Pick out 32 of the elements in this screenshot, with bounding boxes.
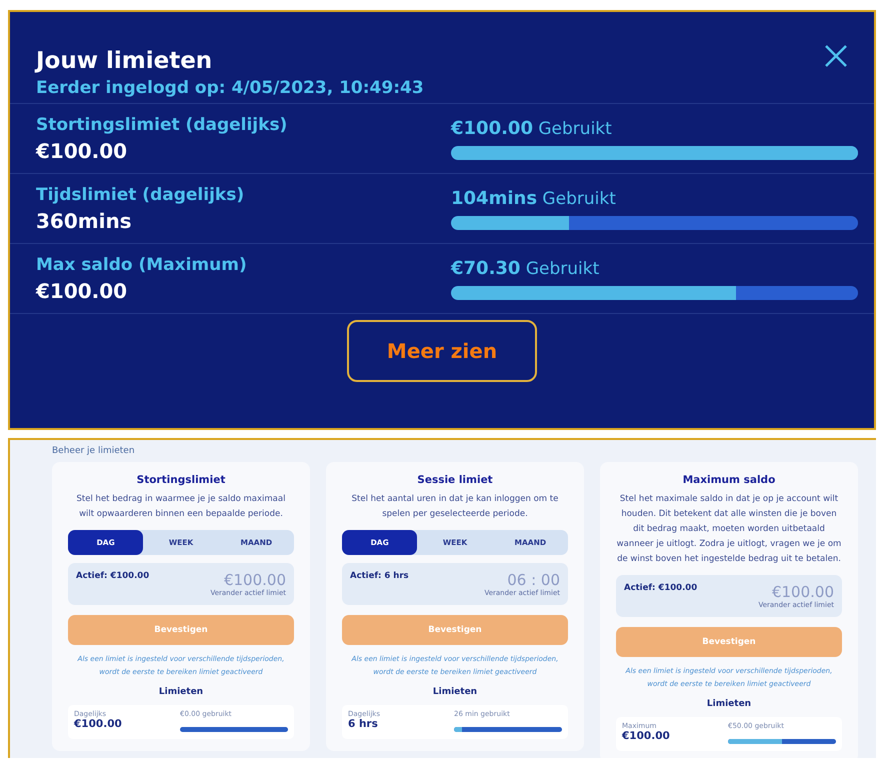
limit-value: 360mins bbox=[36, 208, 133, 232]
limit-name: Stortingslimiet (dagelijks) bbox=[36, 114, 288, 134]
usage-text: €70.30 Gebruikt bbox=[451, 258, 600, 278]
limit-value: €100.00 bbox=[36, 278, 128, 302]
card-title: Stortingslimiet bbox=[136, 474, 226, 486]
active-limit-text: Actief: 6 hrs bbox=[350, 571, 409, 583]
limits-heading: Limieten bbox=[432, 687, 478, 697]
limit-value: 6 hrs bbox=[348, 718, 379, 730]
limits-heading: Limieten bbox=[706, 699, 752, 709]
limits-heading: Limieten bbox=[158, 687, 204, 697]
breadcrumb-text: Beheer je limieten bbox=[52, 446, 136, 456]
limit-name: Tijdslimiet (dagelijks) bbox=[36, 184, 246, 204]
card-description: Stel het aantal uren in dat je kan inloggen om te spelen per geselecteerde periode. bbox=[350, 493, 560, 521]
card-title: Maximum saldo bbox=[682, 474, 776, 486]
limit-value: €100.00 bbox=[622, 730, 671, 742]
limit-amount: €100.00 bbox=[770, 583, 834, 601]
limit-amount: 06 : 00 bbox=[506, 571, 560, 589]
card-description: Stel het maximale saldo in dat je op je account wilt houden. Dit betekent dat alle winsten die je boven dit bedrag maakt, moeten worden uitbetaald wanneer je uitlogt. Zodra je uitlogt, vragen we je om de winst boven het ingestelde bedrag uit te betalen. bbox=[616, 493, 842, 566]
last-login-text: Eerder ingelogd op: 4/05/2023, 10:49:43 bbox=[36, 78, 424, 98]
limit-name: Max saldo (Maximum) bbox=[36, 254, 248, 274]
more-button[interactable]: Meer zien bbox=[347, 320, 537, 382]
card-description: Stel het bedrag in waarmee je je saldo maximaal wilt opwaarderen binnen een bepaalde periode. bbox=[76, 493, 286, 521]
usage-text: €100.00 Gebruikt bbox=[451, 118, 613, 138]
limit-value: €100.00 bbox=[36, 138, 128, 162]
usage-text: 104mins Gebruikt bbox=[451, 188, 617, 208]
limit-amount: €100.00 bbox=[222, 571, 286, 589]
card-title: Sessie limiet bbox=[416, 474, 494, 486]
limit-value: €100.00 bbox=[74, 718, 123, 730]
panel-title: Jouw limieten bbox=[36, 48, 214, 74]
active-limit-text: Actief: €100.00 bbox=[624, 583, 698, 595]
close-icon[interactable] bbox=[824, 44, 848, 68]
active-limit-text: Actief: €100.00 bbox=[76, 571, 150, 583]
